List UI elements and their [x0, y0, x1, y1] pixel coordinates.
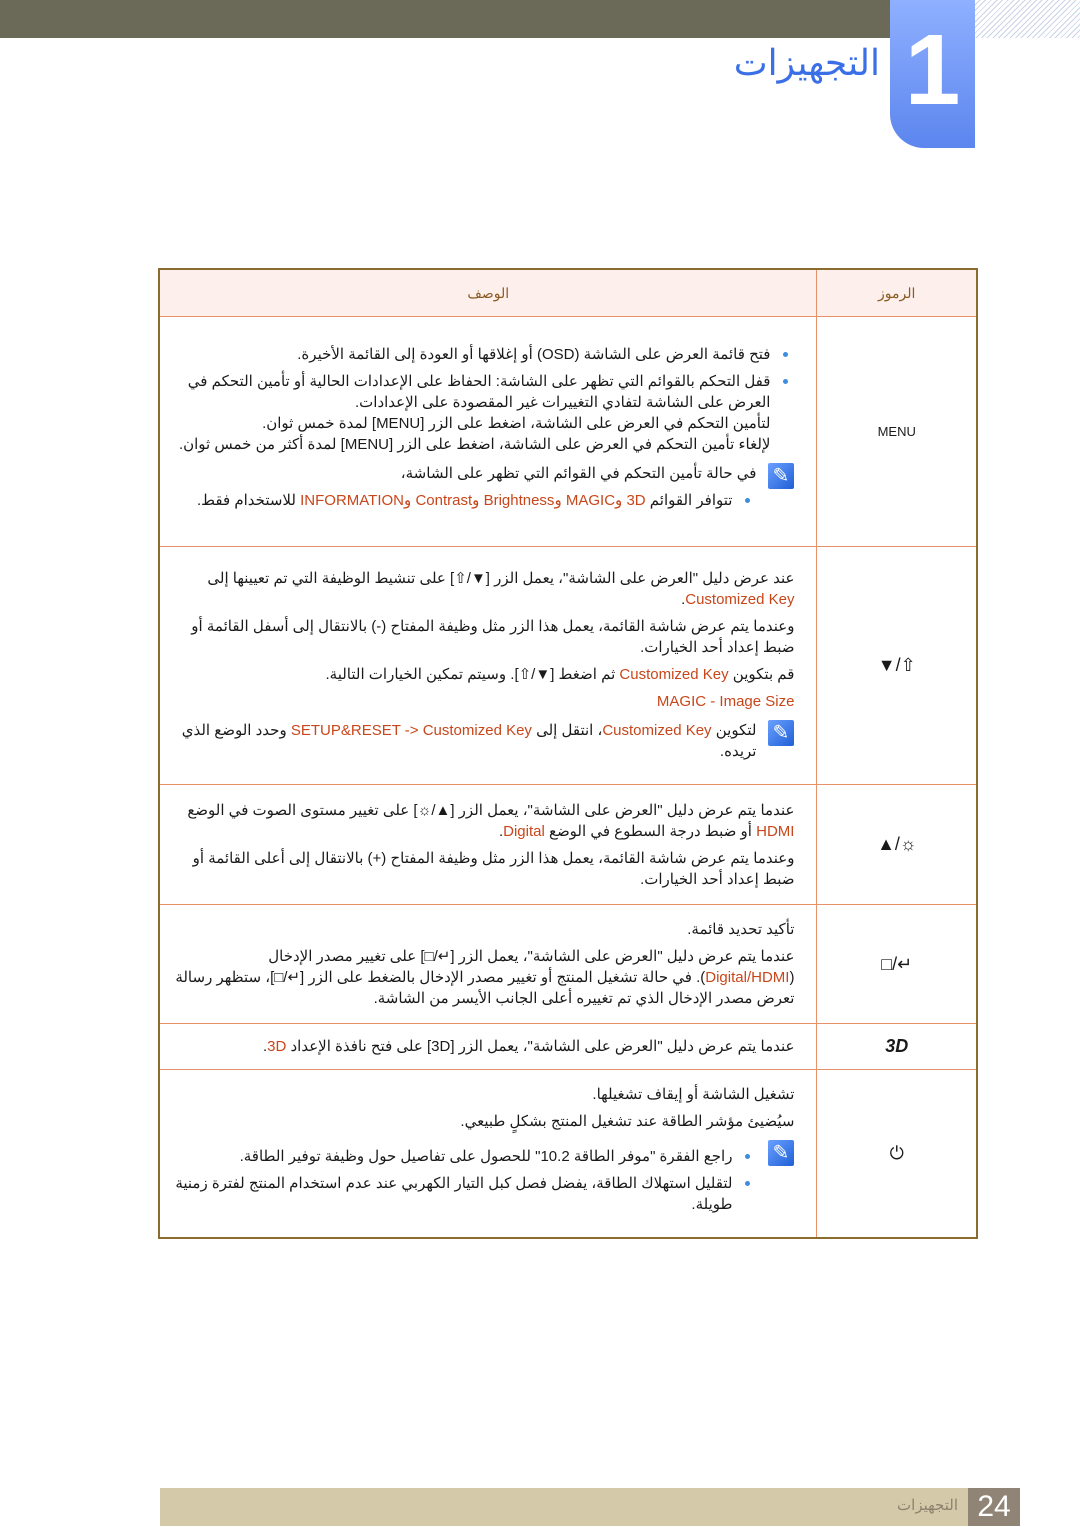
footer-bar: [160, 1488, 1020, 1526]
text: ، انتقل إلى: [531, 721, 603, 739]
paragraph: تأكيد تحديد قائمة.: [687, 921, 795, 938]
down-custom-key-icon: ▼/⇧: [877, 655, 916, 675]
row-description: عند عرض دليل "العرض على الشاشة"، يعمل ال…: [158, 546, 818, 785]
bullet-text: قفل التحكم بالقوائم التي تظهر على الشاشة…: [187, 373, 771, 411]
note-pencil-icon: [768, 1140, 795, 1166]
bullet-item: فتح قائمة العرض على الشاشة (OSD) أو إغلا…: [172, 344, 794, 365]
highlight: Customized Key: [619, 665, 729, 683]
row-description: تشغيل الشاشة أو إيقاف تشغيلها. سيُضيئ مؤ…: [158, 1069, 818, 1239]
text: لتكوين: [711, 721, 757, 739]
table-row: عندما يتم عرض دليل "العرض على الشاشة"، ي…: [158, 1023, 978, 1070]
note-bullet: راجع الفقرة "موفر الطاقة 10.2" للحصول عل…: [172, 1146, 756, 1167]
down-custom-key-symbol: ▼/⇧: [816, 546, 978, 785]
text: للاستخدام فقط.: [197, 492, 301, 509]
note: راجع الفقرة "موفر الطاقة 10.2" للحصول عل…: [172, 1140, 795, 1221]
bullet-text: لتأمين التحكم في العرض على الشاشة، اضغط …: [262, 415, 771, 432]
text: ثم اضغط [▼/⇧]. وسيتم تمكين الخيارات التا…: [325, 665, 620, 683]
highlight: Digital/HDMI: [705, 969, 790, 986]
chapter-number-tab: 1: [890, 0, 975, 148]
source-enter-icon: □/↵: [881, 953, 913, 974]
paragraph: سيُضيئ مؤشر الطاقة عند تشغيل المنتج بشكل…: [460, 1113, 795, 1130]
up-brightness-icon: ▲/☼: [877, 834, 917, 854]
text: تتوافر القوائم: [645, 492, 733, 509]
note-bullet: تتوافر القوائم 3D وMAGIC وBrightness وCo…: [172, 490, 756, 511]
highlight: HDMI: [756, 822, 795, 840]
top-banner: [0, 0, 890, 38]
row-description: عندما يتم عرض دليل "العرض على الشاشة"، ي…: [158, 1023, 818, 1070]
header-description: الوصف: [158, 268, 818, 317]
table-row: تأكيد تحديد قائمة. عندما يتم عرض دليل "ا…: [158, 904, 978, 1024]
highlight: Digital: [503, 822, 545, 840]
table-row: تشغيل الشاشة أو إيقاف تشغيلها. سيُضيئ مؤ…: [158, 1069, 978, 1239]
highlight-menus: 3D وMAGIC وBrightness وContrast وINFORMA…: [300, 492, 646, 509]
table-row: فتح قائمة العرض على الشاشة (OSD) أو إغلا…: [158, 316, 978, 547]
chapter-title: التجهيزات: [733, 42, 880, 83]
row-description: تأكيد تحديد قائمة. عندما يتم عرض دليل "ا…: [158, 904, 818, 1024]
highlight: SETUP&RESET -> Customized Key: [290, 721, 532, 739]
decorative-hatch: [975, 0, 1080, 38]
note-pencil-icon: [768, 719, 795, 746]
power-icon: ⏻: [889, 1143, 904, 1163]
power-symbol: ⏻: [816, 1069, 978, 1239]
bullet-item: قفل التحكم بالقوائم التي تظهر على الشاشة…: [172, 371, 794, 455]
source-enter-symbol: □/↵: [816, 904, 978, 1024]
3d-icon: 3D: [885, 1036, 909, 1056]
text: أو ضبط درجة السطوع في الوضع: [544, 822, 757, 840]
row-description: عندما يتم عرض دليل "العرض على الشاشة"، ي…: [158, 784, 818, 905]
buttons-table: الوصف الرموز فتح قائمة العرض على الشاشة …: [158, 268, 978, 1239]
up-brightness-symbol: ▲/☼: [816, 784, 978, 905]
paragraph: تشغيل الشاشة أو إيقاف تشغيلها.: [592, 1086, 795, 1103]
text: عندما يتم عرض دليل "العرض على الشاشة"، ي…: [286, 1038, 795, 1055]
table-row: عندما يتم عرض دليل "العرض على الشاشة"، ي…: [158, 784, 978, 905]
3d-symbol: 3D: [816, 1023, 978, 1070]
highlight: Customized Key: [602, 721, 712, 739]
footer-section-title: التجهيزات: [897, 1497, 958, 1514]
row-description: فتح قائمة العرض على الشاشة (OSD) أو إغلا…: [158, 316, 818, 547]
text: عندما يتم عرض دليل "العرض على الشاشة"، ي…: [187, 801, 795, 819]
note-pencil-icon: [768, 463, 795, 489]
menu-button-symbol: MENU: [816, 316, 978, 547]
highlight: Customized Key: [685, 590, 795, 608]
options-list: MAGIC - Image Size: [656, 692, 795, 710]
note: لتكوين Customized Key، انتقل إلى SETUP&R…: [172, 719, 795, 762]
bullet-text: لإلغاء تأمين التحكم في العرض على الشاشة،…: [178, 436, 771, 453]
text: ). في حالة تشغيل المنتج أو تغيير مصدر ال…: [175, 969, 795, 1007]
paragraph: وعندما يتم عرض شاشة القائمة، يعمل هذا ال…: [192, 849, 795, 888]
header-symbols: الرموز: [816, 268, 978, 317]
text: عند عرض دليل "العرض على الشاشة"، يعمل ال…: [207, 569, 795, 587]
paragraph: وعندما يتم عرض شاشة القائمة، يعمل هذا ال…: [191, 617, 795, 656]
text: قم بتكوين: [728, 665, 795, 683]
page-number: 24: [968, 1488, 1020, 1526]
table-row: عند عرض دليل "العرض على الشاشة"، يعمل ال…: [158, 546, 978, 785]
highlight: 3D: [267, 1038, 287, 1055]
note: في حالة تأمين التحكم في القوائم التي تظه…: [172, 463, 795, 517]
note-bullet: لتقليل استهلاك الطاقة، يفضل فصل كبل التي…: [172, 1173, 756, 1215]
table-header-row: الوصف الرموز: [158, 268, 978, 317]
note-title: في حالة تأمين التحكم في القوائم التي تظه…: [400, 465, 757, 482]
